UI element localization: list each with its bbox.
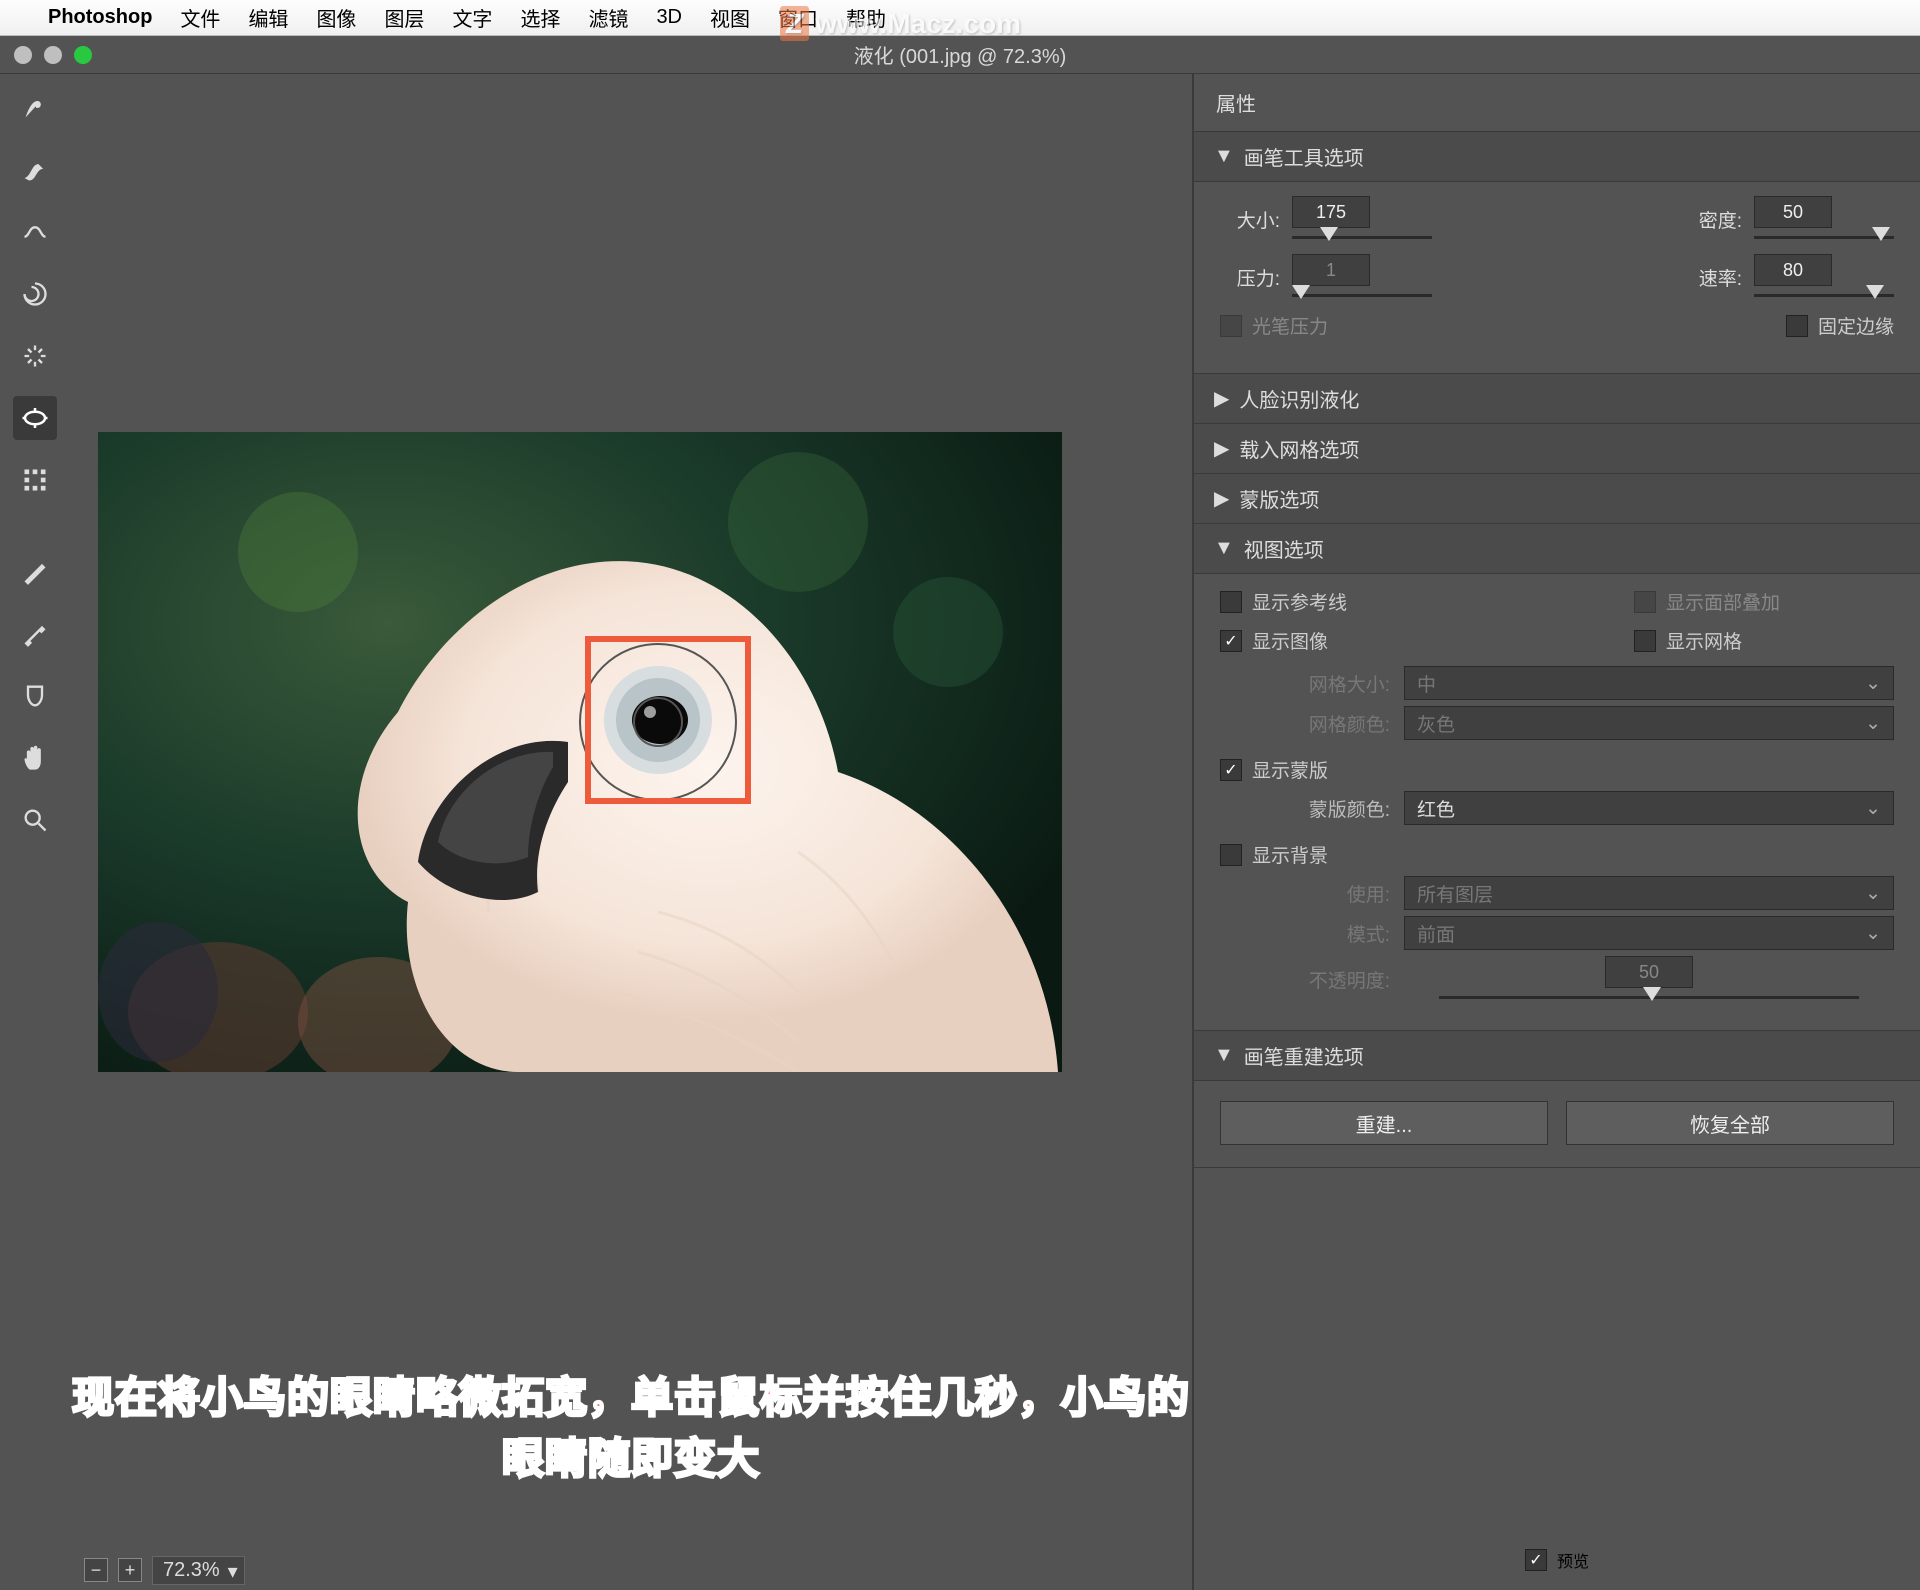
panel-title: 属性 [1194,74,1920,132]
section-mask-options[interactable]: ▶ 蒙版选项 [1194,474,1920,524]
show-mesh-checkbox[interactable] [1634,630,1656,652]
pressure-label: 压力: [1220,264,1280,291]
density-label: 密度: [1682,206,1742,233]
thaw-mask-tool-icon[interactable] [13,612,57,656]
section-load-mesh[interactable]: ▶ 载入网格选项 [1194,424,1920,474]
reconstruct-tool-icon[interactable] [13,148,57,192]
push-left-tool-icon[interactable] [13,458,57,502]
section-brush-reconstruct[interactable]: ▼ 画笔重建选项 [1194,1031,1920,1081]
status-bar: − + 72.3% [70,1550,1192,1590]
zoom-tool-icon[interactable] [13,798,57,842]
properties-panel: 属性 ▼ 画笔工具选项 大小: 密度: [1192,74,1920,1590]
tutorial-caption: 现在将小鸟的眼睛略微拓宽，单击鼠标并按住几秒，小鸟的眼睛随即变大 [70,1364,1192,1486]
window-titlebar: 液化 (001.jpg @ 72.3%) [0,36,1920,74]
app-name[interactable]: Photoshop [48,6,152,29]
watermark: Zwww.Macz.com [780,8,1021,40]
face-tool-icon[interactable] [13,674,57,718]
twirl-tool-icon[interactable] [13,272,57,316]
rate-label: 速率: [1682,264,1742,291]
show-guides-checkbox[interactable] [1220,591,1242,613]
pucker-tool-icon[interactable] [13,334,57,378]
restore-all-button[interactable]: 恢复全部 [1566,1101,1894,1145]
rate-slider[interactable] [1754,290,1894,300]
opacity-slider [1439,992,1859,1002]
smooth-tool-icon[interactable] [13,210,57,254]
forward-warp-tool-icon[interactable] [13,86,57,130]
preview-checkbox[interactable]: ✓ [1525,1549,1547,1571]
mesh-color-dropdown: 灰色 [1404,706,1894,740]
show-image-checkbox[interactable]: ✓ [1220,630,1242,652]
mesh-size-dropdown: 中 [1404,666,1894,700]
canvas-area: 现在将小鸟的眼睛略微拓宽，单击鼠标并按住几秒，小鸟的眼睛随即变大 − + 72.… [70,74,1192,1590]
highlight-box [585,636,751,804]
use-dropdown: 所有图层 [1404,876,1894,910]
opacity-input: 50 [1605,956,1693,988]
rate-input[interactable] [1754,254,1832,286]
mask-color-dropdown[interactable]: 红色 [1404,791,1894,825]
pressure-input [1292,254,1370,286]
menu-image[interactable]: 图像 [316,3,356,32]
menu-type[interactable]: 文字 [452,3,492,32]
section-brush-options[interactable]: ▼ 画笔工具选项 [1194,132,1920,182]
menu-3d[interactable]: 3D [656,6,682,29]
pressure-slider[interactable] [1292,290,1432,300]
menu-view[interactable]: 视图 [710,3,750,32]
zoom-dropdown[interactable]: 72.3% [152,1556,245,1585]
mode-dropdown: 前面 [1404,916,1894,950]
bloat-tool-icon[interactable] [13,396,57,440]
section-face-aware[interactable]: ▶ 人脸识别液化 [1194,374,1920,424]
size-input[interactable] [1292,196,1370,228]
show-background-checkbox[interactable] [1220,844,1242,866]
show-mask-checkbox[interactable]: ✓ [1220,759,1242,781]
liquify-toolbar [0,74,70,1590]
section-view-options[interactable]: ▼ 视图选项 [1194,524,1920,574]
zoom-in-button[interactable]: + [118,1558,142,1582]
menu-layer[interactable]: 图层 [384,3,424,32]
hand-tool-icon[interactable] [13,736,57,780]
menu-file[interactable]: 文件 [180,3,220,32]
window-title: 液化 (001.jpg @ 72.3%) [14,40,1906,69]
zoom-out-button[interactable]: − [84,1558,108,1582]
density-input[interactable] [1754,196,1832,228]
pin-edges-checkbox[interactable] [1786,315,1808,337]
menu-select[interactable]: 选择 [520,3,560,32]
menu-edit[interactable]: 编辑 [248,3,288,32]
canvas[interactable]: 现在将小鸟的眼睛略微拓宽，单击鼠标并按住几秒，小鸟的眼睛随即变大 [70,74,1192,1550]
menu-filter[interactable]: 滤镜 [588,3,628,32]
pen-pressure-checkbox [1220,315,1242,337]
reconstruct-button[interactable]: 重建... [1220,1101,1548,1145]
show-face-overlay-checkbox [1634,591,1656,613]
document-image [98,432,1062,1072]
size-slider[interactable] [1292,232,1432,242]
freeze-mask-tool-icon[interactable] [13,550,57,594]
size-label: 大小: [1220,206,1280,233]
density-slider[interactable] [1754,232,1894,242]
